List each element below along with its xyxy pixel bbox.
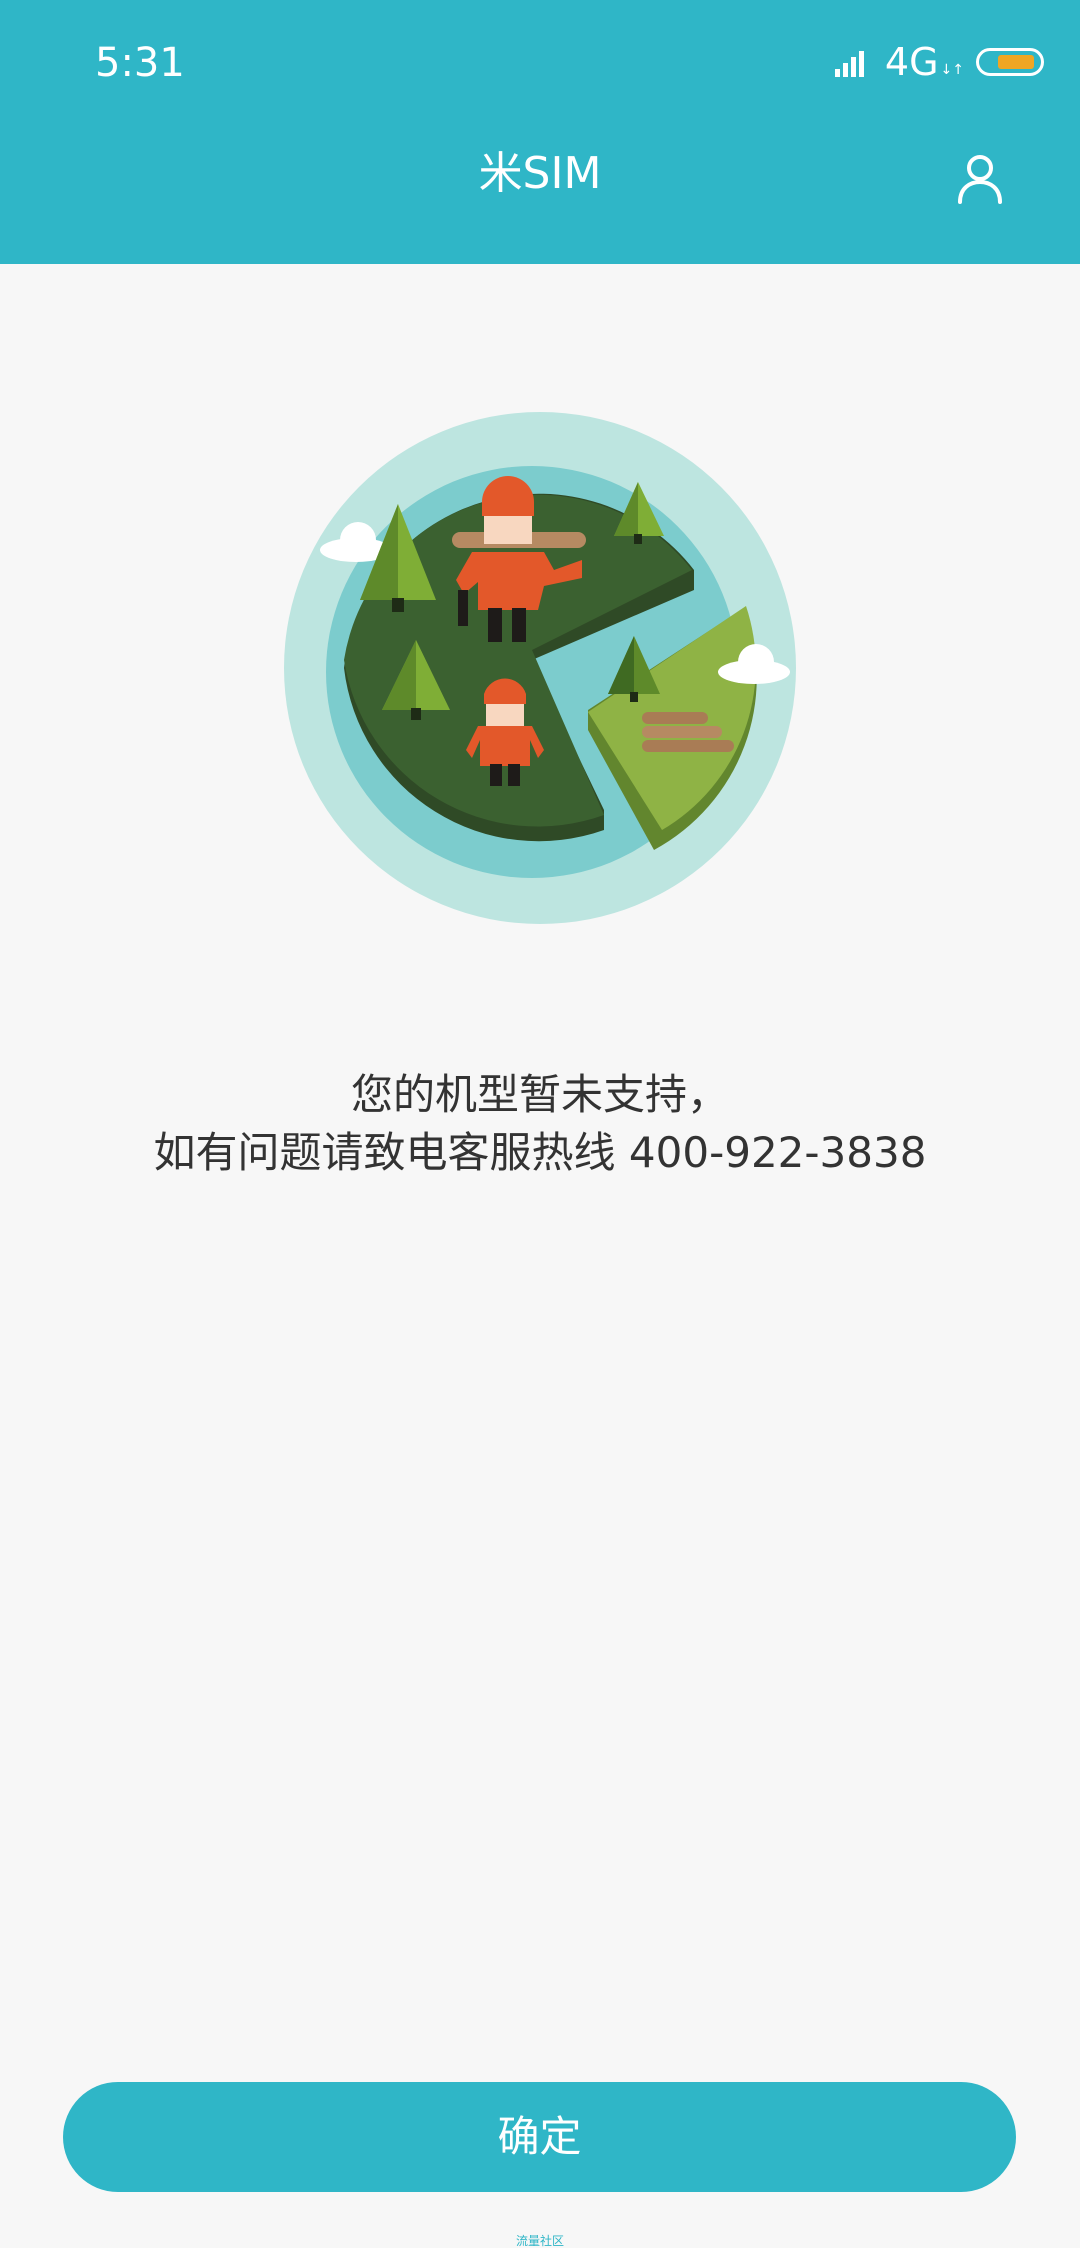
- battery-icon: [976, 48, 1044, 76]
- message-line-2: 如有问题请致电客服热线 400-922-3838: [153, 1128, 927, 1177]
- signal-icon: [834, 51, 864, 77]
- status-time: 5:31: [95, 40, 185, 86]
- page-title: 米SIM: [478, 148, 602, 199]
- lumberjack-island-illustration: [284, 412, 796, 924]
- app-header: 5:31 4G ↓↑ 米SIM: [0, 0, 1080, 264]
- footer-note: 流量社区: [515, 2234, 564, 2248]
- confirm-button[interactable]: 确定: [63, 2082, 1016, 2192]
- status-icons: 4G ↓↑: [834, 40, 1044, 84]
- unsupported-message: 您的机型暂未支持， 如有问题请致电客服热线 400-922-3838: [0, 1066, 1080, 1182]
- battery-level: [998, 55, 1034, 69]
- data-activity-icon: ↓↑: [940, 62, 964, 78]
- user-icon[interactable]: [952, 150, 1008, 206]
- network-type: 4G: [884, 40, 939, 84]
- message-line-1: 您的机型暂未支持，: [350, 1070, 729, 1119]
